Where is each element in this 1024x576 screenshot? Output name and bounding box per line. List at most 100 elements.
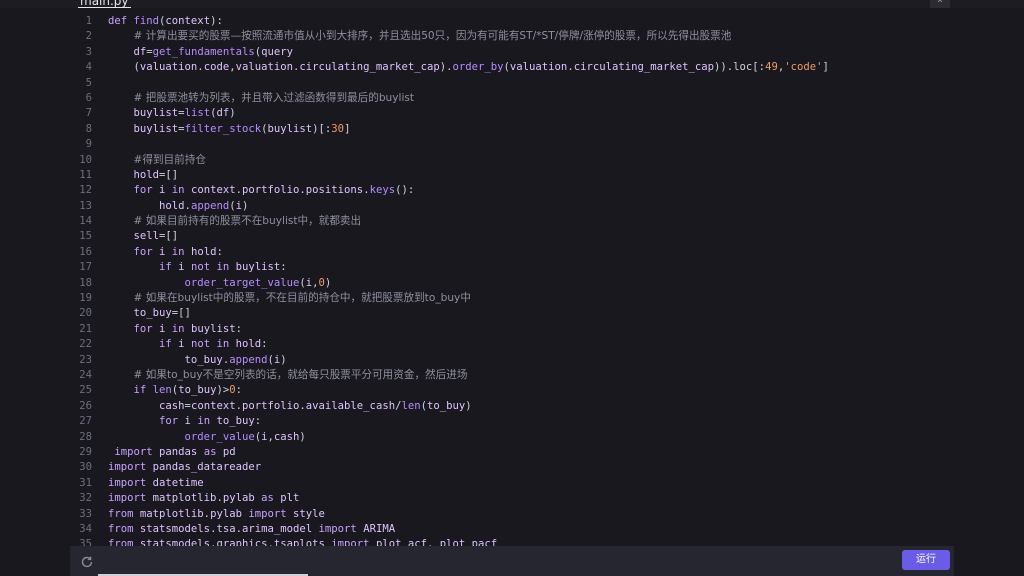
refresh-icon[interactable] bbox=[80, 554, 94, 568]
code-line[interactable]: 6 # 把股票池转为列表，并且带入过滤函数得到最后的buylist bbox=[70, 91, 954, 106]
code-token: hold bbox=[159, 199, 185, 212]
code-token: ) bbox=[465, 399, 472, 412]
code-line[interactable]: 13 hold.append(i) bbox=[70, 199, 954, 214]
code-line[interactable]: 18 order_target_value(i,0) bbox=[70, 276, 954, 291]
code-line[interactable]: 34 from statsmodels.tsa.arima_model impor… bbox=[70, 522, 954, 537]
code-token: import bbox=[312, 522, 364, 535]
code-token: context bbox=[165, 15, 211, 27]
code-token: hold bbox=[133, 168, 160, 181]
code-line[interactable]: 17 if i not in buylist: bbox=[70, 260, 954, 275]
code-line[interactable]: 24 # 如果to_buy不是空列表的话，就给每只股票平分可用资金，然后进场 bbox=[70, 368, 954, 383]
code-line[interactable]: 7 buylist=list(df) bbox=[70, 106, 954, 121]
code-line[interactable]: 21 for i in buylist: bbox=[70, 322, 954, 337]
line-number: 16 bbox=[79, 245, 92, 258]
code-line[interactable]: 31 import datetime bbox=[70, 476, 954, 491]
code-line[interactable]: 15 sell=[] bbox=[70, 229, 954, 244]
code-line[interactable]: 27 for i in to_buy: bbox=[70, 414, 954, 429]
code-line[interactable]: 33 from matplotlib.pylab import style bbox=[70, 507, 954, 522]
code-line[interactable]: 4 (valuation.code,valuation.circulating_… bbox=[70, 60, 954, 75]
line-number: 25 bbox=[79, 384, 92, 397]
code-token: get_fundamentals bbox=[152, 45, 255, 58]
code-text: for i in hold: bbox=[108, 245, 223, 260]
code-token: from bbox=[108, 538, 140, 546]
code-line[interactable]: 25 if len(to_buy)>0: bbox=[70, 383, 954, 398]
code-line[interactable]: 35 from statsmodels.graphics.tsaplots imp… bbox=[70, 537, 954, 546]
code-line[interactable]: 10 #得到目前持仓 bbox=[70, 153, 954, 168]
code-line[interactable]: 8 buylist=filter_stock(buylist)[:30] bbox=[70, 122, 954, 137]
code-token: pd bbox=[222, 445, 236, 458]
code-token: statsmodels bbox=[139, 538, 211, 546]
code-token: order_value bbox=[184, 430, 255, 443]
code-token: : bbox=[254, 415, 262, 428]
code-token: buylist bbox=[235, 261, 281, 274]
code-line[interactable]: 2 # 计算出要买的股票—按照流通市值从小到大排序，并且选出50只，因为有可能有… bbox=[70, 29, 954, 44]
code-line[interactable]: 30 import pandas_datareader bbox=[70, 460, 954, 475]
code-token: query bbox=[261, 45, 294, 58]
code-token: )> bbox=[216, 384, 230, 397]
code-line[interactable]: 32 import matplotlib.pylab as plt bbox=[70, 491, 954, 506]
code-token: 49 bbox=[765, 61, 778, 74]
code-line[interactable]: 1 def find(context): bbox=[70, 14, 954, 29]
code-token: to_buy bbox=[178, 384, 217, 397]
code-line[interactable]: 29 import pandas as pd bbox=[70, 445, 954, 460]
code-line[interactable]: 12 for i in context.portfolio.positions.… bbox=[70, 183, 954, 198]
code-line[interactable]: 11 hold=[] bbox=[70, 168, 954, 183]
code-token: sell bbox=[133, 230, 160, 243]
code-token: buylist bbox=[133, 107, 179, 120]
code-token: append bbox=[190, 199, 230, 212]
code-token: import bbox=[108, 476, 153, 489]
code-token: in bbox=[165, 245, 191, 258]
code-text: buylist=filter_stock(buylist)[:30] bbox=[108, 122, 351, 137]
code-token: portfolio bbox=[241, 399, 300, 412]
code-token: valuation bbox=[139, 61, 198, 74]
line-number: 1 bbox=[85, 15, 92, 27]
line-number: 18 bbox=[79, 276, 92, 289]
line-number: 32 bbox=[79, 492, 92, 505]
code-line[interactable]: 26 cash=context.portfolio.available_cash… bbox=[70, 399, 954, 414]
code-line[interactable]: 23 to_buy.append(i) bbox=[70, 353, 954, 368]
run-button[interactable]: 运行 bbox=[902, 550, 950, 570]
code-token: matplotlib bbox=[152, 492, 217, 505]
code-line[interactable]: 14 # 如果目前持有的股票不在buylist中，就都卖出 bbox=[70, 214, 954, 229]
code-token: to_buy bbox=[427, 399, 466, 412]
line-number: 7 bbox=[85, 107, 92, 120]
close-icon[interactable]: × bbox=[930, 0, 950, 8]
code-text: #得到目前持仓 bbox=[108, 153, 206, 168]
code-line[interactable]: 9 bbox=[70, 137, 954, 152]
code-editor[interactable]: 1 def find(context): 2 # 计算出要买的股票—按照流通市值从小… bbox=[70, 14, 954, 546]
code-token: circulating_market_cap bbox=[573, 61, 715, 74]
code-text: import pandas_datareader bbox=[108, 460, 261, 475]
code-line[interactable]: 22 if i not in hold: bbox=[70, 337, 954, 352]
code-token: ) bbox=[242, 199, 249, 212]
code-line[interactable]: 19 # 如果在buylist中的股票，不在目前的持仓中，就把股票放到to_bu… bbox=[70, 291, 954, 306]
code-token: # 如果在buylist中的股票，不在目前的持仓中，就把股票放到to_buy中 bbox=[133, 292, 471, 305]
code-line[interactable]: 3 df=get_fundamentals(query bbox=[70, 45, 954, 60]
code-line[interactable]: 5 bbox=[70, 76, 954, 91]
file-tab-main-py[interactable]: main.py bbox=[78, 0, 131, 8]
line-number: 31 bbox=[79, 476, 92, 489]
code-token: statsmodels bbox=[139, 522, 211, 535]
code-line[interactable]: 20 to_buy=[] bbox=[70, 306, 954, 321]
code-token: 30 bbox=[331, 122, 345, 135]
line-number: 9 bbox=[85, 138, 92, 151]
code-token: circulating_market_cap bbox=[299, 61, 440, 74]
code-token: order_target_value bbox=[184, 276, 300, 289]
code-token: import bbox=[108, 461, 153, 474]
code-text: # 如果在buylist中的股票，不在目前的持仓中，就把股票放到to_buy中 bbox=[108, 291, 471, 306]
line-number: 35 bbox=[79, 538, 92, 546]
code-text: to_buy=[] bbox=[108, 306, 191, 321]
code-token: )[: bbox=[312, 122, 332, 135]
code-line[interactable]: 16 for i in hold: bbox=[70, 245, 954, 260]
code-token: pandas bbox=[159, 445, 198, 458]
code-token: tsa bbox=[216, 522, 236, 535]
code-line[interactable]: 28 order_value(i,cash) bbox=[70, 430, 954, 445]
code-token: in bbox=[190, 415, 217, 428]
